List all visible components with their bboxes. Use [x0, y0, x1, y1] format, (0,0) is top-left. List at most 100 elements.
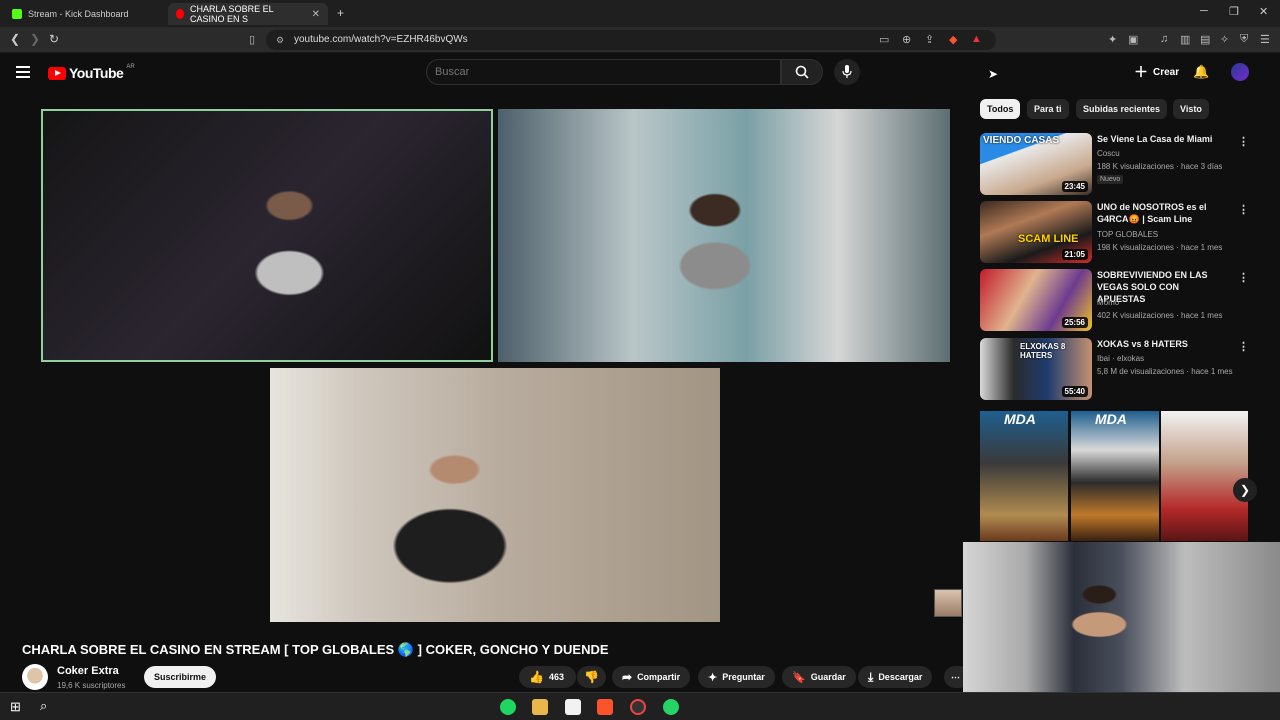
recommendation-item[interactable]: 25:56 SOBREVIVIENDO EN LAS VEGAS SOLO CO… [980, 269, 1249, 333]
download-button[interactable]: ⤓ Descargar [858, 666, 933, 688]
close-tab-icon[interactable]: ✕ [312, 9, 320, 20]
recommendation-channel: Momo [1097, 298, 1120, 307]
minimize-icon[interactable]: ─ [1200, 5, 1208, 17]
vpn-icon[interactable]: ⛨ [1240, 33, 1248, 46]
ask-button[interactable]: ✦ Preguntar [698, 666, 775, 688]
brave-shield-icon[interactable]: ◆ [949, 33, 957, 46]
ask-label: Preguntar [722, 672, 765, 682]
windows-start-icon[interactable]: ⊞ [10, 699, 21, 715]
more-vertical-icon[interactable]: ⋮ [1238, 271, 1249, 284]
more-vertical-icon[interactable]: ⋮ [1238, 203, 1249, 216]
chip-visto[interactable]: Visto [1173, 99, 1209, 119]
bookmark-icon[interactable]: ▯ [249, 33, 255, 46]
video-thumbnail[interactable]: ELXOKAS 8 HATERS 55:40 [980, 338, 1092, 400]
shelf-label: MDA [1095, 411, 1127, 427]
browser-tab-bar: Stream - Kick Dashboard CHARLA SOBRE EL … [0, 0, 1280, 27]
new-tab-button[interactable]: + [337, 6, 344, 20]
channel-name[interactable]: Coker Extra [57, 665, 119, 677]
video-thumbnail[interactable]: VIENDO CASAS 23:45 [980, 133, 1092, 195]
shelf-thumbnail[interactable]: MDA [980, 411, 1068, 541]
rewards-icon[interactable]: ▲ [971, 33, 982, 45]
cast-icon[interactable]: ▭ [879, 33, 889, 46]
youtube-logo[interactable]: YouTube AR [48, 64, 135, 81]
shelf-thumbnail[interactable] [1161, 411, 1248, 541]
new-badge: Nuevo [1097, 175, 1124, 184]
thumbnail-text: SCAM LINE [1018, 233, 1079, 245]
browser-menu-icon[interactable]: ☰ [1260, 33, 1270, 46]
video-duration: 25:56 [1061, 317, 1088, 328]
maximize-icon[interactable]: ❐ [1229, 5, 1239, 18]
more-horizontal-icon: ⋯ [951, 671, 960, 682]
dislike-button[interactable]: 👎 [577, 666, 606, 688]
channel-watermark[interactable] [934, 589, 962, 617]
chevron-right-icon[interactable]: ❯ [1233, 478, 1257, 502]
chip-para-ti[interactable]: Para ti [1027, 99, 1069, 119]
address-bar: ❮ ❯ ↻ ▯ ⚙ youtube.com/watch?v=EZHR46bvQW… [0, 27, 1280, 53]
youtube-icon [176, 9, 185, 19]
tab-kick-dashboard[interactable]: Stream - Kick Dashboard [4, 3, 166, 25]
file-explorer-icon[interactable] [532, 699, 548, 715]
forward-icon[interactable]: ❯ [30, 32, 40, 46]
tab-youtube-video[interactable]: CHARLA SOBRE EL CASINO EN S ✕ [168, 3, 328, 25]
shelf-thumbnail[interactable]: MDA [1071, 411, 1159, 541]
music-icon[interactable]: ♫ [1160, 33, 1168, 45]
reload-icon[interactable]: ↻ [49, 32, 59, 46]
kick-icon [12, 9, 22, 19]
recommendation-channel: Coscu [1097, 149, 1120, 158]
tab-title: CHARLA SOBRE EL CASINO EN S [190, 4, 274, 24]
more-vertical-icon[interactable]: ⋮ [1238, 135, 1249, 148]
share-button[interactable]: ➦ Compartir [612, 666, 691, 688]
chip-todos[interactable]: Todos [980, 99, 1021, 119]
notifications-bell-icon[interactable]: 🔔 [1193, 64, 1209, 80]
video-thumbnail[interactable]: 25:56 [980, 269, 1092, 331]
create-button[interactable]: ＋ Crear [1124, 61, 1189, 83]
url-text: youtube.com/watch?v=EZHR46bvQWs [294, 34, 468, 45]
sparkle-icon: ✦ [708, 671, 718, 684]
voice-search-button[interactable] [834, 59, 860, 85]
site-info-icon[interactable]: ⚙ [276, 30, 284, 50]
search-input[interactable] [426, 59, 781, 85]
thumbs-up-icon: 👍 [529, 670, 544, 684]
more-vertical-icon[interactable]: ⋮ [1238, 340, 1249, 353]
account-avatar[interactable] [1231, 63, 1249, 81]
share-icon: ➦ [622, 670, 633, 684]
recommendation-item[interactable]: SCAM LINE 21:05 UNO de NOSOTROS es el G4… [980, 201, 1249, 265]
recommendation-channel: TOP GLOBALES [1097, 230, 1159, 239]
download-icon: ⤓ [868, 669, 874, 684]
screenshot-icon[interactable]: ▣ [1128, 33, 1138, 46]
taskbar-search-icon[interactable]: ⌕ [40, 698, 47, 714]
back-icon[interactable]: ❮ [10, 32, 20, 46]
thumbs-down-icon: 👎 [584, 670, 599, 684]
video-feed-coker [41, 109, 493, 362]
chip-subidas-recientes[interactable]: Subidas recientes [1076, 99, 1168, 119]
streamer-webcam-overlay [963, 542, 1280, 692]
share-page-icon[interactable]: ⇪ [925, 33, 934, 46]
save-button[interactable]: 🔖 Guardar [782, 666, 856, 688]
whatsapp-icon[interactable] [663, 699, 679, 715]
extensions-icon[interactable]: ✦ [1108, 33, 1117, 46]
leo-icon[interactable]: ✧ [1220, 33, 1229, 46]
logo-text: YouTube [69, 65, 124, 81]
recommendation-item[interactable]: ELXOKAS 8 HATERS 55:40 XOKAS vs 8 HATERS… [980, 338, 1249, 402]
brave-icon[interactable] [597, 699, 613, 715]
subscribe-button[interactable]: Suscribirme [144, 666, 217, 688]
zoom-icon[interactable]: ⊕ [902, 33, 911, 46]
sidebar-icon[interactable]: ▥ [1180, 33, 1190, 46]
search-button[interactable] [781, 59, 823, 85]
close-window-icon[interactable]: ✕ [1259, 5, 1268, 18]
save-label: Guardar [810, 672, 846, 682]
channel-avatar[interactable] [22, 664, 48, 690]
bookmark-save-icon: 🔖 [792, 671, 806, 684]
video-player[interactable] [20, 95, 965, 630]
recommendation-meta: 402 K visualizaciones · hace 1 mes [1097, 311, 1223, 320]
recommendation-meta: 188 K visualizaciones · hace 3 días [1097, 162, 1223, 171]
recommendation-title: UNO de NOSOTROS es el G4RCA😡 | Scam Line [1097, 202, 1207, 224]
video-thumbnail[interactable]: SCAM LINE 21:05 [980, 201, 1092, 263]
hamburger-menu-icon[interactable] [16, 66, 30, 78]
spotify-icon[interactable] [500, 699, 516, 715]
obs-icon[interactable] [630, 699, 646, 715]
like-button[interactable]: 👍 463 [519, 666, 576, 688]
notion-icon[interactable] [565, 699, 581, 715]
wallet-icon[interactable]: ▤ [1200, 33, 1210, 46]
recommendation-item[interactable]: VIENDO CASAS 23:45 Se Viene La Casa de M… [980, 133, 1249, 197]
